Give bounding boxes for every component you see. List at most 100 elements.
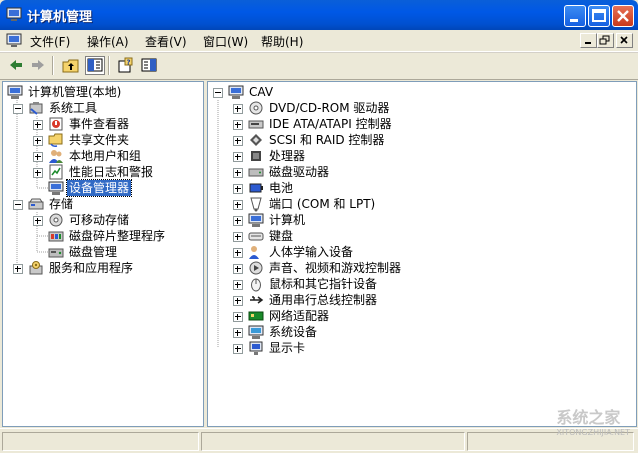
expand-toggle[interactable]	[33, 152, 43, 162]
expand-toggle[interactable]	[33, 168, 43, 178]
computer-management-window: 计算机管理 文件(F) 操作(A) 查看(V) 窗口(W) 帮助(H) ? 计算…	[0, 0, 638, 453]
child-restore-button[interactable]	[597, 33, 614, 48]
storage-icon	[28, 198, 44, 210]
computer-management-icon	[7, 85, 23, 99]
minimize-button[interactable]	[564, 5, 586, 27]
console-tree-pane[interactable]: 计算机管理(本地) 系统工具 事件查看器 共享文件夹 本地用户和组 性能日志和警…	[2, 81, 204, 427]
toolbar-separator	[108, 56, 110, 75]
expand-toggle[interactable]	[233, 264, 243, 274]
svg-text:?: ?	[127, 59, 131, 67]
status-cell-left	[2, 432, 199, 451]
close-button[interactable]	[612, 5, 634, 27]
expand-toggle[interactable]	[233, 216, 243, 226]
system-device-icon	[248, 325, 264, 339]
title-bar[interactable]: 计算机管理	[0, 0, 638, 30]
display-adapter-icon	[249, 341, 263, 355]
device-list-pane[interactable]: CAV DVD/CD-ROM 驱动器 IDE ATA/ATAPI 控制器 SCSI …	[207, 81, 637, 427]
device-category-label: 处理器	[269, 149, 306, 163]
expand-toggle[interactable]	[13, 264, 23, 274]
expand-toggle[interactable]	[233, 312, 243, 322]
tree-label: 磁盘碎片整理程序	[69, 229, 166, 243]
device-category-label: IDE ATA/ATAPI 控制器	[269, 117, 392, 131]
scsi-controller-icon	[250, 134, 262, 146]
expand-toggle[interactable]	[233, 296, 243, 306]
menu-bar: 文件(F) 操作(A) 查看(V) 窗口(W) 帮助(H)	[0, 30, 638, 52]
child-window-icon[interactable]	[6, 33, 22, 48]
close-icon	[620, 36, 628, 44]
tree-label: 事件查看器	[69, 117, 130, 131]
minimize-icon	[570, 19, 578, 22]
child-minimize-button[interactable]	[580, 33, 597, 48]
expand-toggle[interactable]	[233, 184, 243, 194]
device-category-label: 通用串行总线控制器	[269, 293, 378, 307]
keyboard-icon	[248, 232, 264, 241]
show-hide-console-tree-icon[interactable]	[85, 56, 105, 75]
expand-toggle[interactable]	[233, 344, 243, 354]
expand-toggle[interactable]	[233, 168, 243, 178]
tree-label: 磁盘管理	[69, 245, 118, 259]
collapse-toggle[interactable]	[213, 88, 223, 98]
expand-toggle[interactable]	[33, 120, 43, 130]
usb-controller-icon	[250, 296, 264, 304]
event-viewer-icon	[49, 117, 63, 131]
human-interface-device-icon	[249, 246, 259, 259]
toolbar: ?	[0, 52, 638, 80]
status-cell-middle	[201, 432, 465, 451]
device-manager-icon	[48, 181, 64, 195]
device-category-label: SCSI 和 RAID 控制器	[269, 133, 385, 147]
system-tools-icon	[29, 102, 43, 115]
expand-toggle[interactable]	[233, 104, 243, 114]
child-close-button[interactable]	[616, 33, 633, 48]
close-icon	[617, 10, 629, 22]
show-hide-action-pane-icon[interactable]	[140, 57, 158, 74]
processor-icon	[251, 151, 261, 161]
computer-icon	[228, 85, 244, 99]
device-category-label: 计算机	[269, 213, 306, 227]
tree-label: 服务和应用程序	[49, 261, 134, 275]
expand-toggle[interactable]	[233, 280, 243, 290]
menu-view[interactable]: 查看(V)	[145, 33, 187, 50]
device-category-label: 显示卡	[269, 341, 306, 355]
device-category-label: 人体学输入设备	[269, 245, 354, 259]
expand-toggle[interactable]	[233, 248, 243, 258]
device-category-label: 系统设备	[269, 325, 318, 339]
sound-video-icon	[249, 261, 263, 275]
defragmenter-icon	[48, 231, 64, 242]
tree-label: 性能日志和警报	[69, 165, 154, 179]
device-category-label: 声音、视频和游戏控制器	[269, 261, 402, 275]
shared-folder-icon	[48, 133, 63, 147]
menu-file[interactable]: 文件(F)	[30, 33, 70, 50]
tree-label-selected: 设备管理器	[65, 179, 133, 197]
menu-help[interactable]: 帮助(H)	[261, 33, 303, 50]
watermark-subtext: XITONGZHIJIA.NET	[556, 428, 630, 437]
performance-logs-icon	[49, 164, 63, 180]
tree-label: 系统工具	[49, 101, 98, 115]
expand-toggle[interactable]	[233, 200, 243, 210]
back-arrow-icon[interactable]	[7, 57, 25, 74]
expand-toggle[interactable]	[233, 232, 243, 242]
expand-toggle[interactable]	[233, 152, 243, 162]
computer-management-icon	[6, 7, 22, 21]
menu-action[interactable]: 操作(A)	[87, 33, 129, 50]
device-category-label: DVD/CD-ROM 驱动器	[269, 101, 390, 115]
expand-toggle[interactable]	[233, 328, 243, 338]
device-category-label: 磁盘驱动器	[269, 165, 330, 179]
expand-toggle[interactable]	[233, 120, 243, 130]
restore-icon	[599, 35, 610, 45]
maximize-icon	[592, 9, 606, 22]
device-category-label: 键盘	[269, 229, 294, 243]
properties-help-icon[interactable]: ?	[117, 57, 135, 74]
maximize-button[interactable]	[588, 5, 610, 27]
computer-icon	[248, 213, 264, 227]
tree-label: 可移动存储	[69, 213, 130, 227]
collapse-toggle[interactable]	[13, 104, 23, 114]
up-one-level-icon[interactable]	[62, 57, 80, 74]
expand-toggle[interactable]	[33, 136, 43, 146]
port-icon	[250, 197, 262, 212]
expand-toggle[interactable]	[33, 216, 43, 226]
expand-toggle[interactable]	[233, 136, 243, 146]
collapse-toggle[interactable]	[13, 200, 23, 210]
mouse-icon	[251, 278, 261, 292]
menu-window[interactable]: 窗口(W)	[203, 33, 248, 50]
forward-arrow-icon[interactable]	[29, 57, 47, 74]
